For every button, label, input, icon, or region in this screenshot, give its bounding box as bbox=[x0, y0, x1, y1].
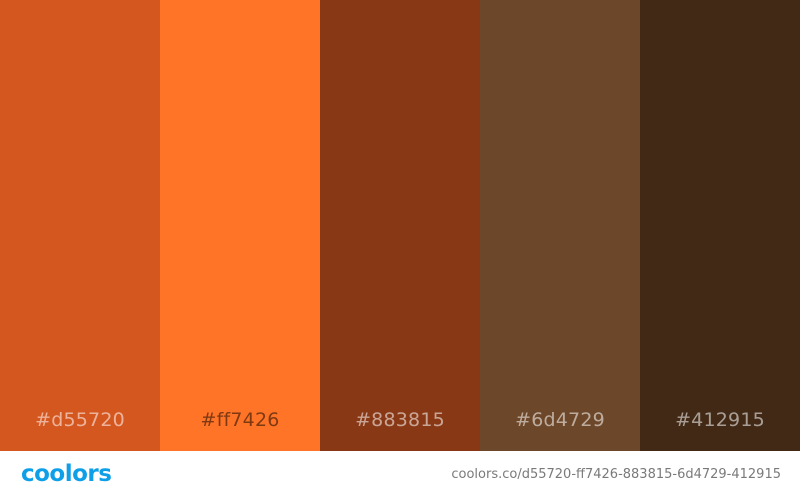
coolors-logo[interactable]: coolors bbox=[21, 461, 112, 487]
swatch-hex-label: #412915 bbox=[675, 409, 765, 431]
swatch-hex-label: #d55720 bbox=[35, 409, 125, 431]
color-swatch-2[interactable]: #ff7426 bbox=[160, 0, 320, 451]
palette-url-link[interactable]: coolors.co/d55720-ff7426-883815-6d4729-4… bbox=[451, 467, 781, 482]
color-swatch-3[interactable]: #883815 bbox=[320, 0, 480, 451]
color-swatch-5[interactable]: #412915 bbox=[640, 0, 800, 451]
swatch-hex-label: #883815 bbox=[355, 409, 445, 431]
color-palette: #d55720 #ff7426 #883815 #6d4729 #412915 bbox=[0, 0, 800, 451]
color-swatch-4[interactable]: #6d4729 bbox=[480, 0, 640, 451]
swatch-hex-label: #6d4729 bbox=[515, 409, 605, 431]
swatch-hex-label: #ff7426 bbox=[200, 409, 280, 431]
footer-bar: coolors coolors.co/d55720-ff7426-883815-… bbox=[0, 451, 800, 500]
color-swatch-1[interactable]: #d55720 bbox=[0, 0, 160, 451]
